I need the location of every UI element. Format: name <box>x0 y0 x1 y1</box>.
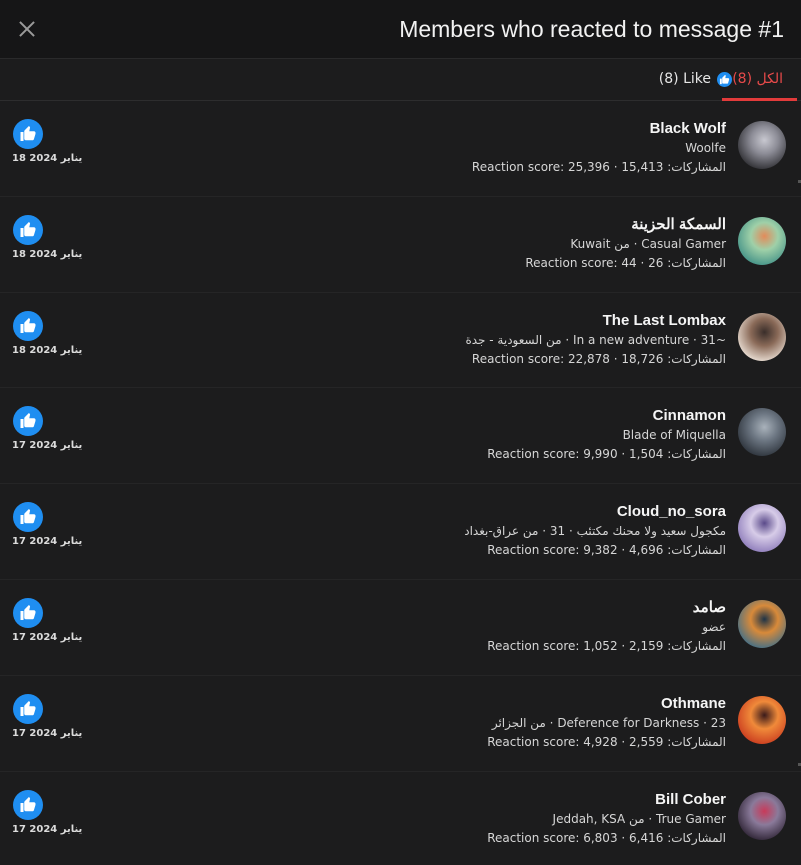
thumbs-up-icon <box>13 310 43 341</box>
member-row[interactable]: 17 يناير 2024 Othmane Deference for Darkne… <box>0 676 801 772</box>
close-icon[interactable] <box>17 19 37 39</box>
member-list: 18 يناير 2024 Black Wolf Woolfe المشاركات: … <box>0 101 801 865</box>
thumbs-up-icon <box>13 693 43 724</box>
member-row[interactable]: 17 يناير 2024 Bill Cober True Gamer · من J… <box>0 772 801 865</box>
member-row[interactable]: 17 يناير 2024 Cinnamon Blade of Miquella ال… <box>0 388 801 485</box>
member-stats: المشاركات: 4,696 · Reaction score: 9,382 <box>487 543 726 558</box>
member-info: The Last Lombax ~In a new adventure · 31 … <box>126 311 726 368</box>
reaction-date: 17 يناير 2024 <box>12 440 83 452</box>
member-row[interactable]: 18 يناير 2024 Black Wolf Woolfe المشاركات: … <box>0 101 801 197</box>
tab-all-label: الكل (8) <box>732 71 783 87</box>
dialog-header: Members who reacted to message #1 <box>0 0 801 59</box>
member-name[interactable]: Black Wolf <box>126 119 726 139</box>
thumbs-up-icon <box>13 789 43 820</box>
reaction-tabs: الكل (8) (8) Like <box>0 59 801 101</box>
thumbs-up-icon <box>13 406 43 437</box>
member-subtitle: مكجول سعيد ولا محنك مكتئب · 31 · من عراق… <box>464 524 726 539</box>
dialog-title: Members who reacted to message #1 <box>399 16 784 42</box>
member-subtitle: Woolfe <box>685 141 726 155</box>
member-info: السمكة الحزينة Casual Gamer · من Kuwait ال… <box>126 215 726 272</box>
member-stats: المشاركات: 1,504 · Reaction score: 9,990 <box>487 447 726 462</box>
member-info: صامد عضو المشاركات: 2,159 · Reaction score… <box>126 598 726 655</box>
member-info: Bill Cober True Gamer · من Jeddah, KSA الم… <box>126 790 726 847</box>
member-row[interactable]: 17 يناير 2024 صامد عضو المشاركات: 2,159 · R… <box>0 580 801 676</box>
member-info: Cinnamon Blade of Miquella المشاركات: 1,50… <box>126 406 726 463</box>
member-subtitle: Deference for Darkness · 23 · من الجزائر <box>491 715 726 730</box>
reaction-date: 18 يناير 2024 <box>12 153 83 164</box>
reaction-date: 18 يناير 2024 <box>12 248 83 260</box>
reaction-date: 17 يناير 2024 <box>12 536 83 548</box>
avatar[interactable] <box>738 121 786 169</box>
avatar[interactable] <box>738 216 786 265</box>
thumbs-up-icon <box>717 72 732 87</box>
thumbs-up-icon <box>13 119 43 149</box>
member-subtitle: عضو <box>702 619 726 634</box>
member-name[interactable]: The Last Lombax <box>126 311 726 331</box>
avatar[interactable] <box>738 599 786 648</box>
member-stats: المشاركات: 6,416 · Reaction score: 6,803 <box>487 830 726 845</box>
member-info: Othmane Deference for Darkness · 23 · من … <box>126 694 726 751</box>
member-name[interactable]: صامد <box>126 598 726 618</box>
avatar[interactable] <box>738 504 786 553</box>
member-row[interactable]: 17 يناير 2024 Cloud_no_sora مكجول سعيد ولا… <box>0 484 801 580</box>
member-stats: المشاركات: 15,413 · Reaction score: 25,3… <box>471 160 726 174</box>
avatar[interactable] <box>738 312 786 361</box>
tab-all[interactable]: الكل (8) <box>722 59 797 101</box>
member-name[interactable]: Bill Cober <box>126 790 726 810</box>
member-name[interactable]: Cloud_no_sora <box>126 502 726 522</box>
reaction-date: 17 يناير 2024 <box>12 727 83 739</box>
member-name[interactable]: السمكة الحزينة <box>126 215 726 235</box>
thumbs-up-icon <box>13 597 43 628</box>
thumbs-up-icon <box>13 502 43 533</box>
reaction-date: 17 يناير 2024 <box>12 631 83 643</box>
member-subtitle: Blade of Miquella <box>622 428 726 443</box>
member-stats: المشاركات: 2,559 · Reaction score: 4,928 <box>487 734 726 749</box>
tab-like-label: (8) Like <box>658 71 711 87</box>
member-stats: المشاركات: 2,159 · Reaction score: 1,052 <box>487 638 726 653</box>
member-info: Cloud_no_sora مكجول سعيد ولا محنك مكتئب ·… <box>126 502 726 559</box>
member-row[interactable]: 18 يناير 2024 The Last Lombax ~In a new ad… <box>0 293 801 389</box>
member-name[interactable]: Othmane <box>126 694 726 714</box>
member-subtitle: True Gamer · من Jeddah, KSA <box>552 811 726 826</box>
reaction-date: 18 يناير 2024 <box>12 344 83 356</box>
avatar[interactable] <box>738 408 786 457</box>
member-subtitle: ~In a new adventure · 31 · من السعودية -… <box>465 332 726 347</box>
thumbs-up-icon <box>13 214 43 245</box>
avatar[interactable] <box>738 695 786 744</box>
member-stats: المشاركات: 26 · Reaction score: 44 <box>525 255 726 270</box>
member-row[interactable]: 18 يناير 2024 السمكة الحزينة Casual Gamer … <box>0 197 801 293</box>
reaction-date: 17 يناير 2024 <box>12 823 83 835</box>
member-stats: المشاركات: 18,726 · Reaction score: 22,8… <box>471 351 726 366</box>
avatar[interactable] <box>738 791 786 840</box>
member-subtitle: Casual Gamer · من Kuwait <box>570 236 726 251</box>
member-name[interactable]: Cinnamon <box>126 406 726 426</box>
member-info: Black Wolf Woolfe المشاركات: 15,413 · Reac… <box>126 119 726 176</box>
